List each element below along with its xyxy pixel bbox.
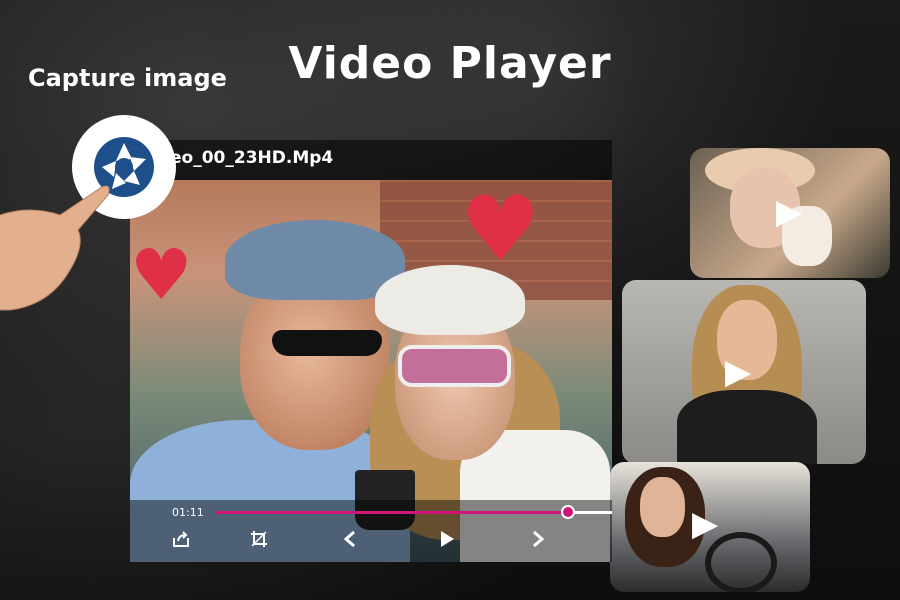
thumbnail-woman-driving[interactable]: ▶ — [610, 462, 810, 592]
woman-jacket — [677, 390, 817, 464]
player-controls: 01:11 — [130, 500, 612, 562]
seek-bar-handle[interactable] — [561, 505, 576, 519]
play-icon: ▶ — [776, 192, 803, 232]
current-time: 01:11 — [172, 506, 204, 519]
player-title-bar: eo_00_23HD.Mp4 — [130, 140, 612, 180]
play-icon[interactable] — [438, 530, 456, 551]
sunglasses — [272, 330, 382, 356]
crop-icon[interactable] — [250, 530, 268, 551]
play-icon: ▶ — [725, 352, 752, 392]
play-icon: ▶ — [692, 504, 719, 544]
thumbnail-woman-with-dog[interactable]: ▶ — [690, 148, 890, 278]
seek-bar[interactable] — [216, 505, 612, 519]
video-file-name: eo_00_23HD.Mp4 — [170, 148, 334, 168]
heart-decoration: ♥ — [460, 177, 541, 282]
seek-bar-progress — [216, 511, 569, 514]
heart-decoration: ♥ — [130, 234, 193, 316]
capture-image-label: Capture image — [28, 64, 227, 92]
video-player[interactable]: eo_00_23HD.Mp4 ♥ ♥ ♥ 01:11 — [130, 140, 612, 562]
thumbnail-woman-portrait[interactable]: ▶ — [622, 280, 866, 464]
woman-face — [640, 477, 685, 537]
chevron-left-icon[interactable] — [342, 530, 358, 551]
woman-hat — [375, 265, 525, 335]
sunglasses — [398, 345, 511, 387]
share-icon[interactable] — [172, 530, 190, 551]
pointing-hand — [0, 175, 110, 315]
chevron-right-icon[interactable] — [530, 530, 546, 551]
